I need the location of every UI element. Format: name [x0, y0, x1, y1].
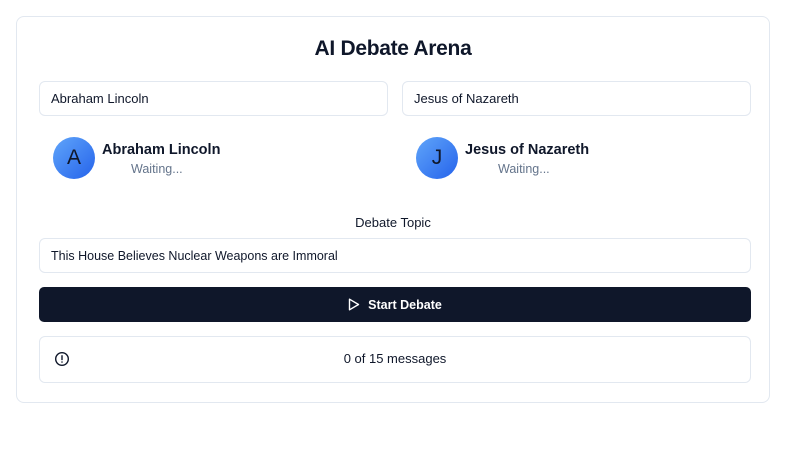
start-debate-label: Start Debate	[368, 297, 442, 312]
debate-card: AI Debate Arena A Abraham Lincoln Waitin…	[16, 16, 770, 403]
debater-one-input[interactable]	[39, 81, 388, 116]
debate-topic-label: Debate Topic	[355, 215, 431, 230]
page-title: AI Debate Arena	[314, 37, 472, 60]
message-progress-panel: 0 of 15 messages	[39, 336, 751, 383]
avatar: J	[416, 137, 458, 179]
debater-two-input[interactable]	[402, 81, 751, 116]
message-count-text: 0 of 15 messages	[343, 351, 447, 366]
play-icon	[348, 298, 360, 311]
participant-status: Waiting...	[498, 162, 550, 176]
start-debate-button[interactable]: Start Debate	[39, 287, 751, 322]
participant-name: Abraham Lincoln	[102, 142, 221, 158]
debate-topic-input[interactable]	[39, 238, 751, 273]
avatar: A	[53, 137, 95, 179]
participant-status: Waiting...	[131, 162, 183, 176]
participant-name: Jesus of Nazareth	[465, 142, 590, 158]
